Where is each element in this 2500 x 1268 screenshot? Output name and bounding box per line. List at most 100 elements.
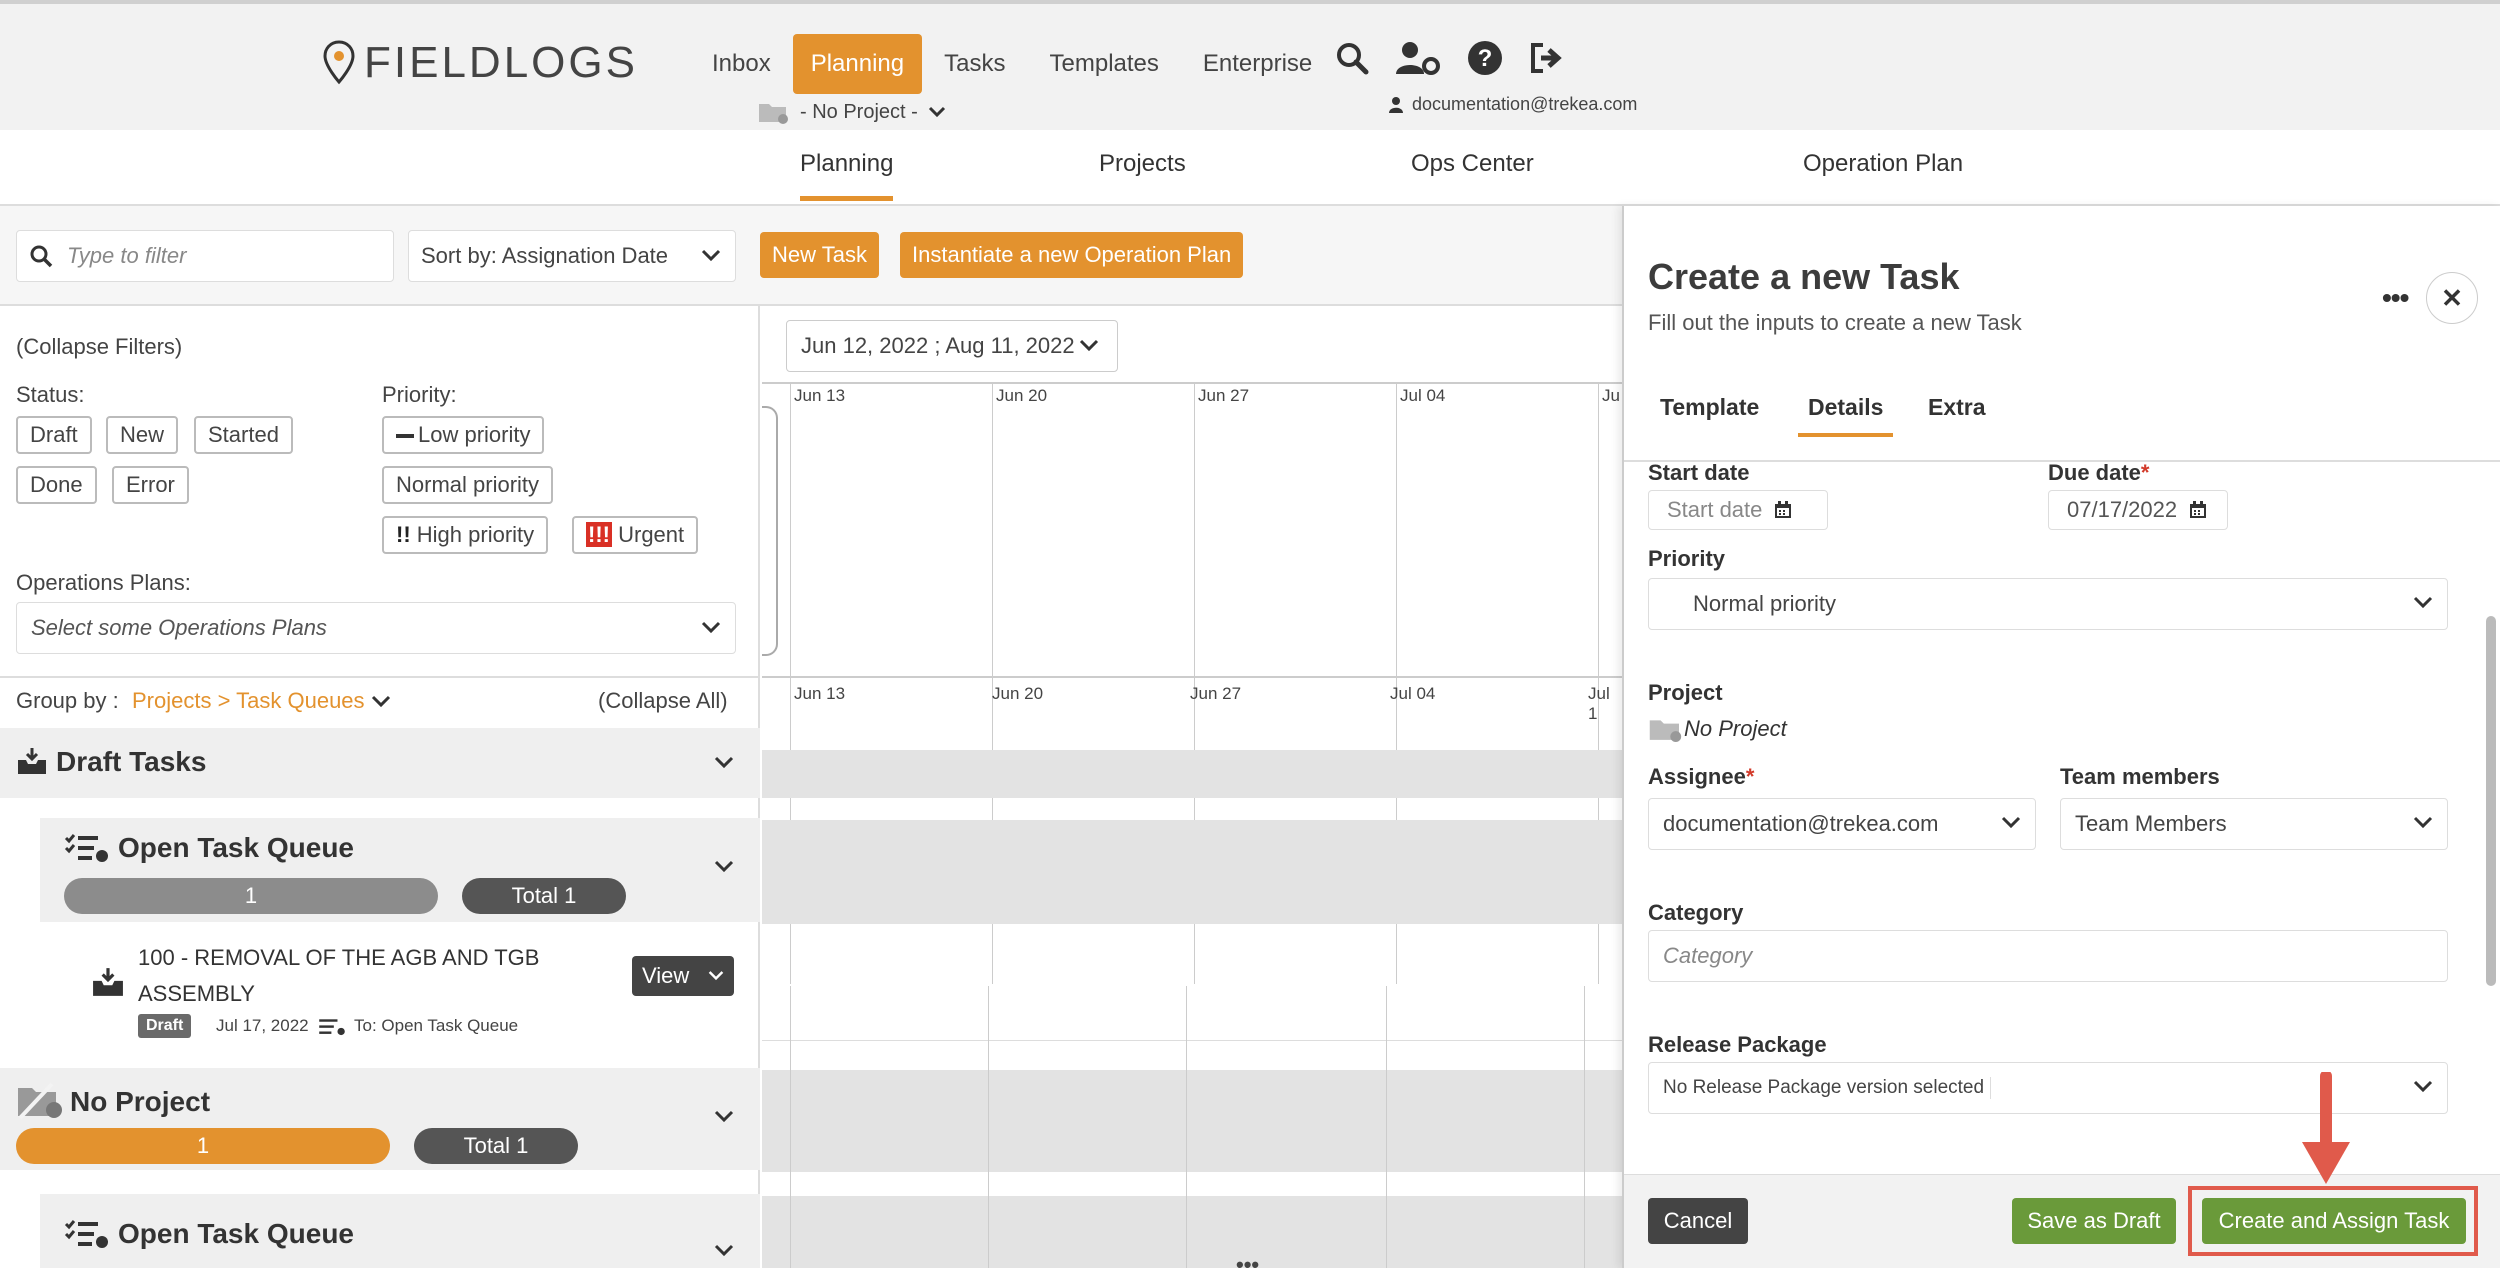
search-icon[interactable] (1335, 41, 1369, 75)
priority-chip-high[interactable]: !! High priority (382, 516, 549, 554)
triple-exclamation-icon: !!! (586, 522, 612, 547)
week-label: Jul 04 (1390, 684, 1436, 703)
priority-chip-low[interactable]: Low priority (382, 416, 545, 454)
due-date-input[interactable]: 07/17/2022 (2048, 490, 2228, 530)
tab-extra[interactable]: Extra (1928, 394, 1986, 421)
no-project-group[interactable]: No Project 1 Total 1 (0, 1068, 760, 1170)
group-by-value-text: Projects > Task Queues (132, 688, 365, 713)
status-label: Status: (16, 382, 85, 407)
chevron-down-icon (928, 106, 945, 118)
assignee-select[interactable]: documentation@trekea.com (1648, 798, 2036, 850)
team-members-select[interactable]: Team Members (2060, 798, 2448, 850)
status-chip-new[interactable]: New (106, 416, 179, 454)
timeline-band-queue (762, 820, 1622, 924)
open-task-queue-group-2[interactable]: Open Task Queue (40, 1194, 760, 1268)
close-icon[interactable]: ✕ (2426, 272, 2478, 324)
project-selector-label: - No Project - (800, 100, 918, 123)
task-list-item[interactable]: 100 - REMOVAL OF THE AGB AND TGB ASSEMBL… (0, 922, 760, 1040)
timeline-row-line (762, 1040, 1622, 1041)
instantiate-plan-button[interactable]: Instantiate a new Operation Plan (900, 232, 1244, 278)
location-pin-icon (323, 40, 355, 85)
panel-subtitle: Fill out the inputs to create a new Task (1648, 310, 2022, 335)
no-project-total-badge: Total 1 (414, 1128, 578, 1164)
task-title[interactable]: 100 - REMOVAL OF THE AGB AND TGB ASSEMBL… (138, 940, 578, 1012)
sort-label: Sort by: Assignation Date (421, 243, 669, 268)
priority-select[interactable]: Normal priority (1648, 578, 2448, 630)
top-bar: FIELDLOGS Inbox Planning Tasks Templates… (0, 0, 2500, 130)
nav-enterprise[interactable]: Enterprise (1181, 34, 1334, 94)
user-email: documentation@trekea.com (1412, 94, 1638, 114)
chevron-down-icon (708, 971, 724, 981)
help-icon[interactable]: ? (1467, 40, 1503, 76)
tab-ops-center[interactable]: Ops Center (1411, 150, 1534, 178)
assignee-value: documentation@trekea.com (1663, 811, 1939, 836)
priority-chip-urgent-label: Urgent (618, 522, 685, 547)
release-package-value: No Release Package version selected (1663, 1077, 1992, 1099)
new-task-button[interactable]: New Task (760, 232, 879, 278)
inbox-download-icon (18, 748, 46, 774)
grid-line (1386, 986, 1387, 1268)
start-date-input[interactable]: Start date (1648, 490, 1828, 530)
grid-line (1584, 986, 1585, 1268)
tab-projects[interactable]: Projects (1099, 150, 1186, 178)
timeline-resize-handle[interactable] (762, 406, 778, 656)
logout-icon[interactable] (1529, 41, 1565, 75)
task-date: Jul 17, 2022 (216, 1016, 309, 1035)
double-exclamation-icon: !! (396, 522, 411, 547)
date-range-picker[interactable]: Jun 12, 2022 ; Aug 11, 2022 (786, 320, 1118, 372)
task-queue: To: Open Task Queue (354, 1016, 519, 1035)
assignee-label-text: Assignee (1648, 764, 1746, 789)
user-settings-icon[interactable] (1395, 40, 1441, 76)
status-chip-started[interactable]: Started (194, 416, 293, 454)
cancel-button[interactable]: Cancel (1648, 1198, 1748, 1244)
chevron-down-icon (2001, 816, 2021, 829)
assignee-label: Assignee* (1648, 764, 1754, 790)
sub-tabs: Planning Projects Ops Center Operation P… (0, 130, 2500, 206)
logo[interactable]: FIELDLOGS (322, 38, 638, 88)
group-by-value[interactable]: Projects > Task Queues (132, 688, 391, 714)
nav-planning[interactable]: Planning (792, 34, 923, 94)
collapse-all-link[interactable]: (Collapse All) (598, 688, 728, 714)
tab-operation-plan[interactable]: Operation Plan (1803, 150, 1963, 178)
calendar-icon (1775, 501, 1792, 518)
category-input[interactable]: Category (1648, 930, 2448, 982)
grid-line (790, 986, 791, 1268)
nav-tasks[interactable]: Tasks (922, 34, 1027, 94)
timeline-band-noproject (762, 1070, 1622, 1172)
ops-plans-select[interactable]: Select some Operations Plans (16, 602, 736, 654)
start-date-label: Start date (1648, 460, 1750, 485)
panel-scrollbar[interactable] (2486, 616, 2496, 986)
tab-details[interactable]: Details (1798, 394, 1894, 437)
sort-select[interactable]: Sort by: Assignation Date (408, 230, 736, 282)
priority-chip-low-label: Low priority (418, 422, 531, 447)
priority-chip-urgent[interactable]: !!! Urgent (572, 516, 699, 554)
more-options-icon[interactable]: ••• (2382, 282, 2409, 314)
create-assign-task-button[interactable]: Create and Assign Task (2202, 1198, 2466, 1244)
chevron-down-icon (2413, 1080, 2433, 1093)
start-date-placeholder: Start date (1667, 497, 1763, 522)
status-chip-draft[interactable]: Draft (16, 416, 92, 454)
task-view-button[interactable]: View (632, 956, 734, 996)
collapse-filters-link[interactable]: (Collapse Filters) (16, 334, 182, 360)
nav-icons: ? (1335, 40, 1565, 76)
timeline-divider (762, 676, 1622, 678)
tab-planning[interactable]: Planning (800, 150, 894, 201)
filter-input[interactable]: Type to filter (16, 230, 394, 282)
inbox-download-icon (93, 968, 123, 996)
status-chip-done[interactable]: Done (16, 466, 97, 504)
status-chip-error[interactable]: Error (112, 466, 189, 504)
project-selector[interactable]: - No Project - (758, 100, 946, 124)
project-label: Project (1648, 680, 1723, 705)
priority-chip-normal[interactable]: Normal priority (382, 466, 554, 504)
task-view-label: View (642, 963, 690, 988)
create-task-panel: Create a new Task Fill out the inputs to… (1622, 206, 2500, 1268)
week-label: Jun 20 (996, 386, 1048, 405)
horizontal-resize-handle[interactable]: ••• (1236, 1252, 1259, 1268)
tab-template[interactable]: Template (1660, 394, 1759, 421)
nav-inbox[interactable]: Inbox (690, 34, 793, 94)
save-draft-button[interactable]: Save as Draft (2012, 1198, 2176, 1244)
draft-tasks-group[interactable]: Draft Tasks (0, 728, 760, 798)
open-task-queue-group[interactable]: Open Task Queue 1 Total 1 (40, 818, 760, 922)
nav-templates[interactable]: Templates (1028, 34, 1181, 94)
filter-placeholder: Type to filter (67, 243, 187, 268)
